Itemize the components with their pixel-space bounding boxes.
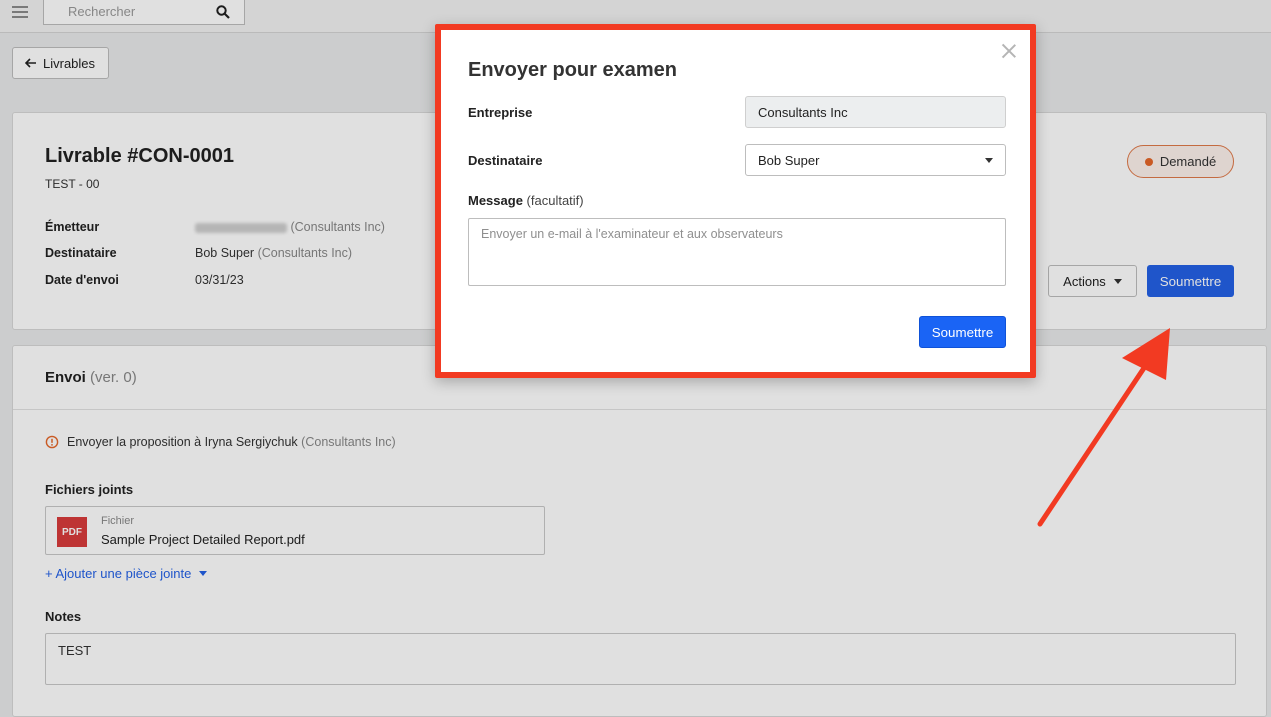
annotation-arrow-icon [1037,328,1170,527]
company-label: Entreprise [468,105,533,120]
modal-title: Envoyer pour examen [468,59,677,81]
message-optional: (facultatif) [526,193,584,208]
message-label: Message (facultatif) [468,193,584,208]
company-field: Consultants Inc [745,96,1006,128]
modal-recipient-label: Destinataire [468,153,543,168]
send-for-review-modal: Envoyer pour examen Entreprise Consultan… [435,24,1036,378]
recipient-select-value: Bob Super [758,153,820,168]
caret-down-icon [985,158,993,163]
recipient-select[interactable]: Bob Super [745,144,1006,176]
modal-submit-button[interactable]: Soumettre [919,316,1006,348]
message-label-text: Message [468,193,523,208]
close-icon[interactable] [1002,44,1016,58]
message-textarea[interactable] [468,218,1006,286]
